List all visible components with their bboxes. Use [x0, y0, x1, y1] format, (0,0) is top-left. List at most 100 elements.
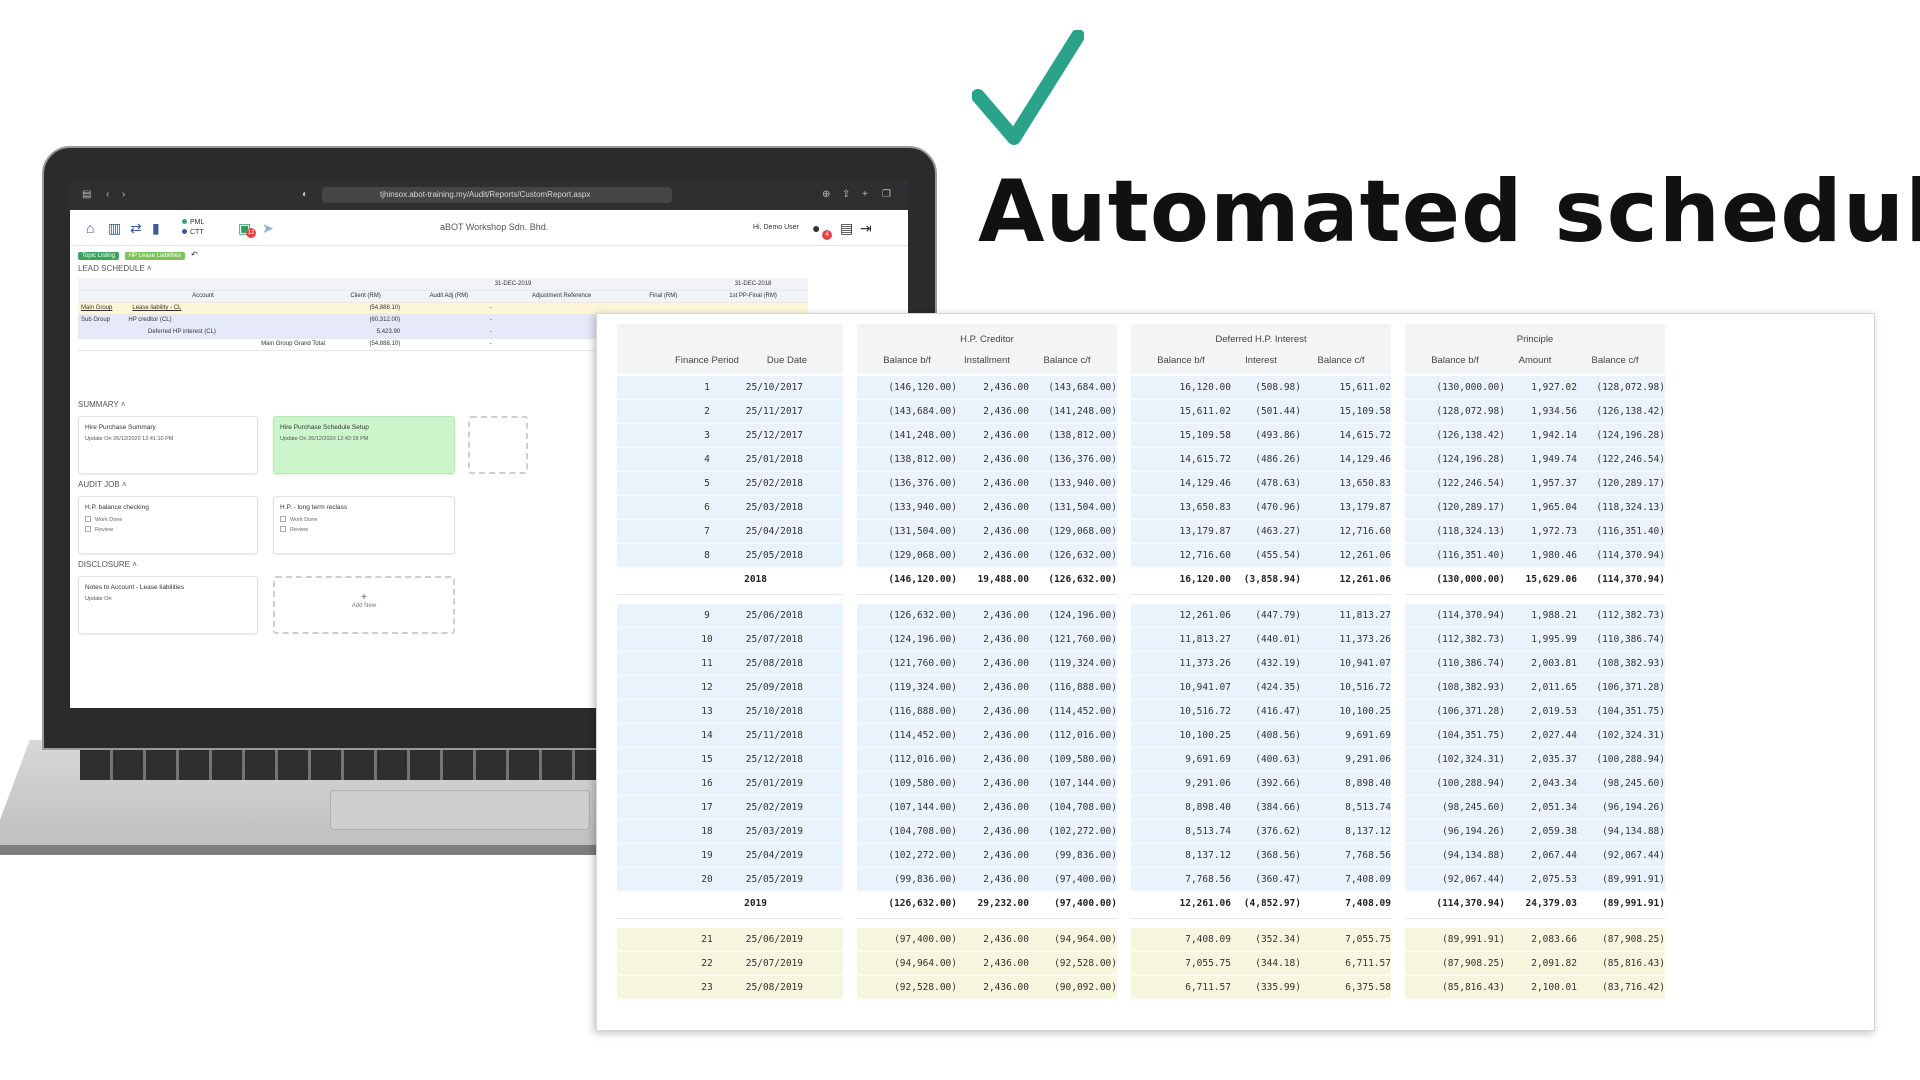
- table-cell: (99,836.00): [1054, 850, 1117, 861]
- app-header: ⌂ ▥ ⇄ ▮ PML CTT ▣ 12 ➤ aBOT Workshop Sdn…: [70, 210, 908, 246]
- table-cell: 15,109.58: [1339, 406, 1391, 417]
- disclosure-card-notes[interactable]: Notes to Account - Lease liabilities Upd…: [78, 576, 258, 634]
- table-cell: (116,351.40): [1596, 526, 1665, 537]
- column-header: Balance c/f: [1317, 355, 1365, 366]
- table-cell: 8,137.12: [1345, 826, 1391, 837]
- table-cell: 25/11/2018: [745, 730, 803, 741]
- url-bar[interactable]: tjhinsox.abot-training.my/Audit/Reports/…: [322, 187, 672, 203]
- table-cell: (102,272.00): [1048, 826, 1117, 837]
- back-arrow-icon[interactable]: ↶: [191, 250, 198, 259]
- total-cell: (126,632.00): [1048, 574, 1117, 585]
- table-cell: (90,092.00): [1054, 982, 1117, 993]
- table-cell: 11,373.26: [1339, 634, 1391, 645]
- table-cell: (109,580.00): [1048, 754, 1117, 765]
- chart-icon[interactable]: ▮: [152, 220, 160, 237]
- laptop-trackpad: [330, 790, 590, 830]
- table-cell: 25/04/2018: [745, 526, 803, 537]
- checkbox-work-done[interactable]: Work Done: [85, 516, 251, 523]
- grand-total-value: (54,888.10): [328, 338, 404, 351]
- table-cell: (121,760.00): [1048, 634, 1117, 645]
- user-icon[interactable]: ●: [812, 220, 820, 236]
- schedule-header-bg: [617, 324, 843, 374]
- sidebar-toggle-icon[interactable]: ▤: [82, 189, 91, 200]
- group-header: Deferred H.P. Interest: [1215, 334, 1307, 345]
- account-link[interactable]: Deferred HP interest (CL): [148, 329, 216, 335]
- col-1st-pp-final: 1st PP-Final (RM): [698, 290, 808, 303]
- checkbox-work-done[interactable]: Work Done: [280, 516, 448, 523]
- account-link[interactable]: Lease liability - CL: [132, 305, 181, 311]
- transfer-icon[interactable]: ⇄: [130, 220, 142, 237]
- tabs-icon[interactable]: ❐: [882, 189, 891, 200]
- disclosure-title[interactable]: DISCLOSURE ˄: [78, 560, 137, 569]
- col-client: Client (RM): [328, 290, 404, 303]
- user-badge: 4: [822, 230, 832, 240]
- lead-date-2019: 31-DEC-2019: [328, 278, 699, 291]
- shield-icon[interactable]: ◐: [302, 189, 308, 200]
- table-cell: 10,516.72: [1339, 682, 1391, 693]
- group-header: Principle: [1516, 334, 1554, 345]
- summary-add-card[interactable]: [468, 416, 528, 474]
- document-icon[interactable]: ▥: [108, 220, 121, 237]
- client-value: 5,423.90: [328, 326, 404, 339]
- group-label: Sub Group: [81, 317, 111, 323]
- card-title: Hire Purchase Schedule Setup: [280, 424, 369, 431]
- notification-badge: 12: [246, 228, 256, 238]
- summary-card-setup[interactable]: Hire Purchase Schedule Setup Update On 2…: [273, 416, 455, 474]
- forward-icon[interactable]: ›: [122, 189, 125, 200]
- breadcrumb-topic-listing[interactable]: Topic Listing: [78, 252, 120, 260]
- total-cell: (89,991.91): [1602, 898, 1665, 909]
- table-cell: (107,144.00): [1048, 778, 1117, 789]
- status-ctt: CTT: [190, 229, 204, 236]
- table-cell: 13,650.83: [1339, 478, 1391, 489]
- table-cell: 9,291.06: [1345, 754, 1391, 765]
- column-header: Due Date: [766, 355, 808, 366]
- lead-date-2018: 31-DEC-2018: [698, 278, 808, 291]
- checkbox-review[interactable]: Review: [85, 526, 251, 533]
- total-underline: [857, 918, 1117, 919]
- adj-value: -: [403, 326, 495, 339]
- book-icon[interactable]: ▤: [840, 220, 853, 237]
- client-value: (54,888.10): [328, 302, 404, 315]
- table-cell: (94,134.88): [1602, 826, 1665, 837]
- table-cell: 25/01/2019: [745, 778, 803, 789]
- audit-card-reclass[interactable]: H.P. - long term reclass Work Done Revie…: [273, 496, 455, 554]
- breadcrumb-hp-lease[interactable]: HP Lease Liabilities: [124, 252, 186, 260]
- table-cell: (89,991.91): [1602, 874, 1665, 885]
- share-icon[interactable]: ⇪: [842, 189, 850, 200]
- total-underline: [1131, 918, 1391, 919]
- add-new-button[interactable]: + Add New: [273, 576, 455, 634]
- checkbox-review[interactable]: Review: [280, 526, 448, 533]
- home-icon[interactable]: ⌂: [86, 220, 94, 236]
- schedule-header-bg: [1131, 324, 1391, 374]
- table-cell: (124,196.28): [1596, 430, 1665, 441]
- send-icon[interactable]: ➤: [262, 220, 274, 237]
- col-account: Account: [78, 290, 328, 303]
- account-link[interactable]: HP creditor (CL): [128, 317, 171, 323]
- table-cell: 15,611.02: [1339, 382, 1391, 393]
- table-cell: 8,898.40: [1345, 778, 1391, 789]
- table-cell: (97,400.00): [1054, 874, 1117, 885]
- plus-icon: +: [361, 592, 367, 603]
- logout-icon[interactable]: ⇥: [860, 220, 872, 237]
- table-cell: 12,716.60: [1339, 526, 1391, 537]
- summary-title[interactable]: SUMMARY ˄: [78, 400, 126, 409]
- audit-job-title[interactable]: AUDIT JOB ˄: [78, 480, 127, 489]
- back-icon[interactable]: ‹: [106, 189, 109, 200]
- table-cell: 7,408.09: [1345, 874, 1391, 885]
- hp-schedule-panel: H.P. Creditor Deferred H.P. Interest Princ…: [596, 313, 1875, 1031]
- group-label[interactable]: Main Group: [81, 305, 112, 311]
- lead-schedule-title[interactable]: LEAD SCHEDULE ˄: [78, 264, 152, 273]
- card-title: Notes to Account - Lease liabilities: [85, 584, 184, 591]
- table-cell: (133,940.00): [1048, 478, 1117, 489]
- table-cell: 25/06/2018: [745, 610, 803, 621]
- new-tab-icon[interactable]: +: [862, 189, 868, 200]
- audit-card-balance[interactable]: H.P. balance checking Work Done Review: [78, 496, 258, 554]
- table-cell: 25/06/2019: [745, 934, 803, 945]
- total-cell: (114,370.94): [1596, 574, 1665, 585]
- table-cell: 14,615.72: [1339, 430, 1391, 441]
- summary-card-hp[interactable]: Hire Purchase Summary Update On 26/12/20…: [78, 416, 258, 474]
- table-cell: 7,768.56: [1345, 850, 1391, 861]
- total-cell: 7,408.09: [1345, 898, 1391, 909]
- download-icon[interactable]: ⊕: [822, 189, 830, 200]
- group-header: H.P. Creditor: [960, 334, 1014, 345]
